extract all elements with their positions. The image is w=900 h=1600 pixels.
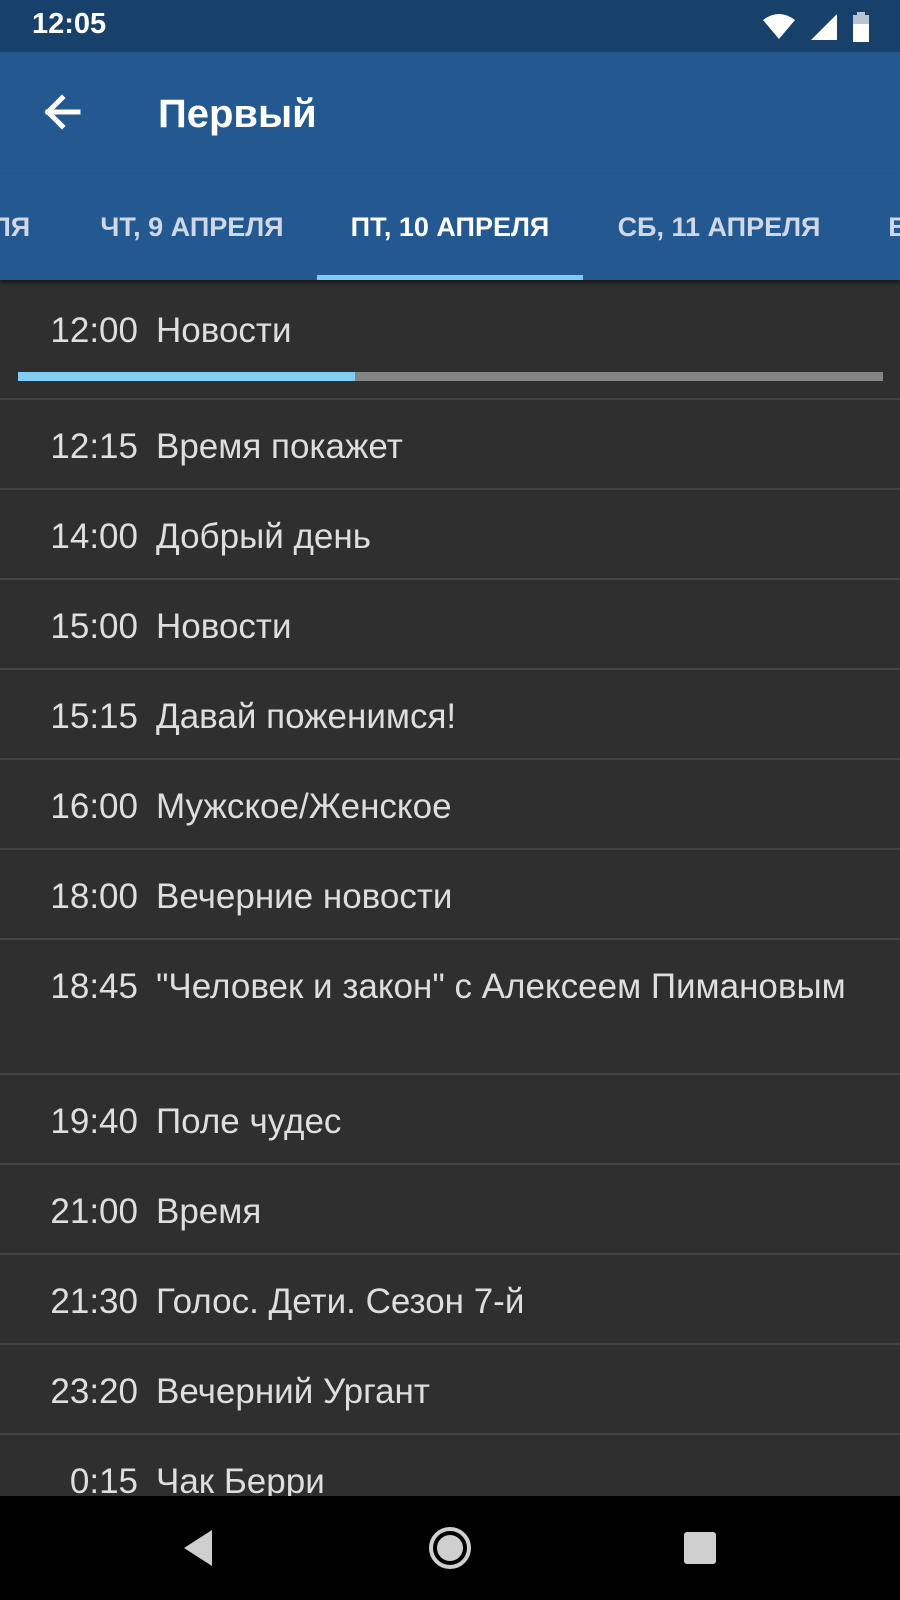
program-time: 15:00 [50, 607, 138, 646]
tab-next[interactable]: В [868, 174, 900, 280]
tab-saturday[interactable]: СБ, 11 АПРЕЛЯ [584, 174, 854, 280]
program-name: Новости [156, 607, 292, 646]
program-list: 12:00 Новости 12:15 Время покажет 14:00 … [0, 288, 900, 1496]
program-time: 0:15 [69, 1462, 138, 1496]
program-row[interactable]: 23:20 Вечерний Ургант [0, 1345, 900, 1435]
program-progress-fill [18, 372, 356, 381]
program-name: Давай поженимся! [156, 697, 457, 736]
program-row[interactable]: 21:00 Время [0, 1165, 900, 1255]
program-row[interactable]: 15:00 Новости [0, 580, 900, 670]
program-name: Добрый день [156, 517, 371, 556]
channel-title: Первый [158, 92, 317, 136]
status-time: 12:05 [32, 8, 107, 40]
back-triangle-icon[interactable] [176, 1524, 224, 1572]
navigation-bar [0, 1496, 900, 1600]
program-time: 12:15 [50, 427, 138, 466]
arrow-back-icon[interactable] [40, 90, 84, 134]
program-time: 18:00 [50, 877, 138, 916]
wifi-icon [763, 14, 795, 39]
tab-indicator [317, 275, 583, 280]
program-name: Вечерние новости [156, 877, 453, 916]
program-time: 14:00 [50, 517, 138, 556]
program-time: 15:15 [50, 697, 138, 736]
battery-icon [853, 12, 869, 42]
program-name: Мужское/Женское [156, 787, 452, 826]
program-row[interactable]: 21:30 Голос. Дети. Сезон 7-й [0, 1255, 900, 1345]
program-time: 12:00 [50, 311, 138, 350]
program-time: 18:45 [50, 967, 138, 1006]
signal-icon [811, 14, 837, 40]
status-icons [762, 12, 870, 42]
home-circle-icon[interactable] [426, 1524, 474, 1572]
program-row[interactable]: 14:00 Добрый день [0, 490, 900, 580]
recents-square-icon[interactable] [676, 1524, 724, 1572]
program-time: 21:00 [50, 1192, 138, 1231]
program-time: 21:30 [50, 1282, 138, 1321]
program-name: Чак Берри [156, 1462, 325, 1496]
program-time: 16:00 [50, 787, 138, 826]
program-name: Время покажет [156, 427, 403, 466]
tab-previous[interactable]: ЛЯ [0, 174, 46, 280]
program-name: "Человек и закон" с Алексеем Пимановым [156, 967, 846, 1006]
program-row[interactable]: 15:15 Давай поженимся! [0, 670, 900, 760]
tab-thursday[interactable]: ЧТ, 9 АПРЕЛЯ [56, 174, 328, 280]
program-row-current[interactable]: 12:00 Новости [0, 288, 900, 400]
program-name: Поле чудес [156, 1102, 342, 1141]
program-time: 23:20 [50, 1372, 138, 1411]
program-row[interactable]: 12:15 Время покажет [0, 400, 900, 490]
program-time: 19:40 [50, 1102, 138, 1141]
program-progress-bar [18, 372, 883, 381]
program-name: Время [156, 1192, 262, 1231]
program-row[interactable]: 0:15 Чак Берри [0, 1435, 900, 1496]
program-row[interactable]: 19:40 Поле чудес [0, 1075, 900, 1165]
program-row[interactable]: 18:45 "Человек и закон" с Алексеем Пиман… [0, 940, 900, 1075]
status-bar: 12:05 [0, 0, 900, 52]
tab-friday[interactable]: ПТ, 10 АПРЕЛЯ [317, 174, 583, 280]
program-name: Новости [156, 311, 292, 350]
program-row[interactable]: 16:00 Мужское/Женское [0, 760, 900, 850]
app-bar: Первый [0, 52, 900, 174]
program-row[interactable]: 18:00 Вечерние новости [0, 850, 900, 940]
program-name: Вечерний Ургант [156, 1372, 430, 1411]
date-tabs: ЛЯ ЧТ, 9 АПРЕЛЯ ПТ, 10 АПРЕЛЯ СБ, 11 АПР… [0, 174, 900, 280]
program-name: Голос. Дети. Сезон 7-й [156, 1282, 525, 1321]
